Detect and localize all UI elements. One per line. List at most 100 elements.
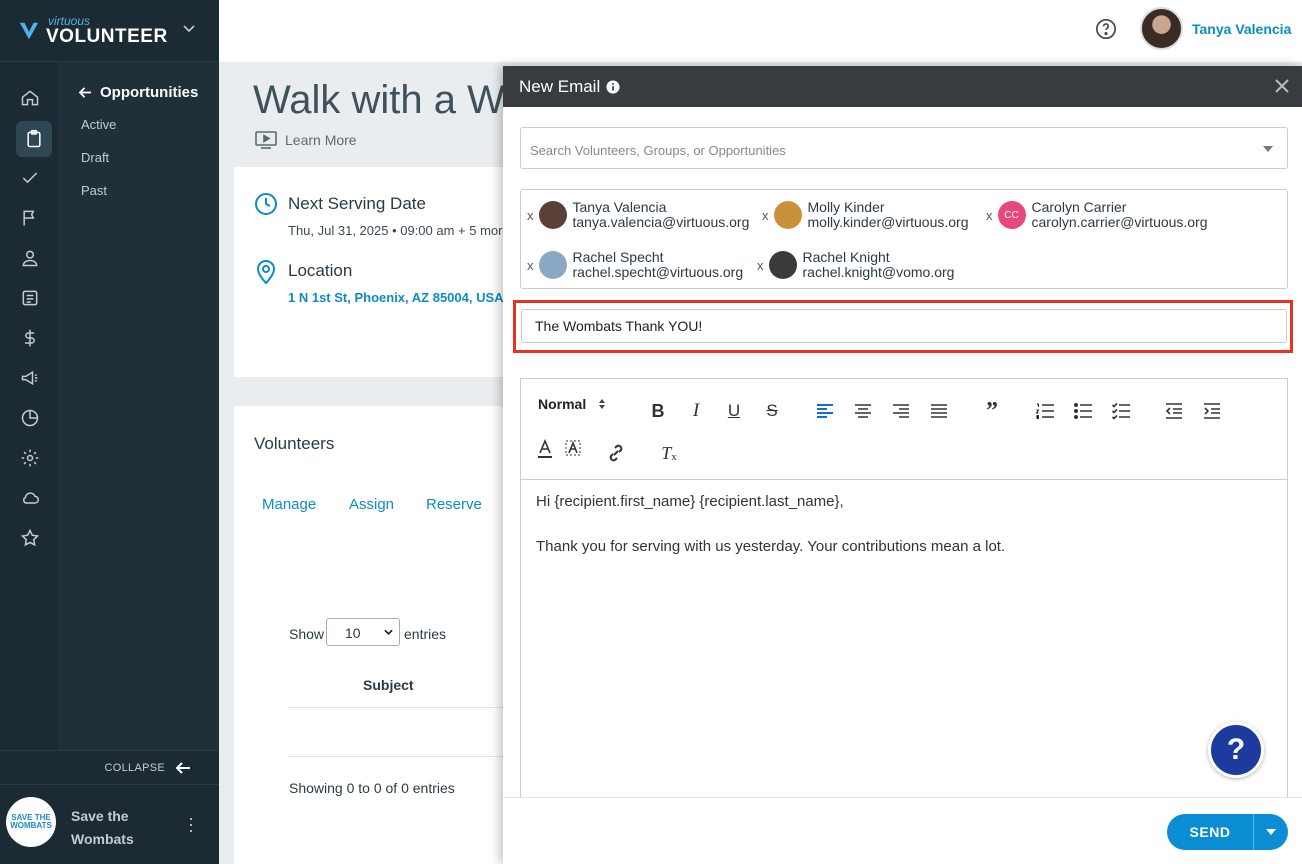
recipient-name: Tanya Valencia bbox=[572, 199, 667, 215]
italic-icon[interactable]: I bbox=[685, 400, 707, 422]
subject-column-header[interactable]: Subject bbox=[363, 677, 414, 693]
outdent-icon[interactable] bbox=[1163, 400, 1185, 422]
flag-icon[interactable] bbox=[18, 206, 42, 230]
pie-chart-icon[interactable] bbox=[18, 406, 42, 430]
sidebar-item-draft[interactable]: Draft bbox=[81, 150, 109, 165]
recipient-search-input[interactable]: Search Volunteers, Groups, or Opportunit… bbox=[520, 127, 1288, 169]
link-icon[interactable] bbox=[605, 442, 627, 464]
check-icon[interactable] bbox=[18, 166, 42, 190]
dollar-icon[interactable] bbox=[18, 326, 42, 350]
organization-switcher: SAVE THE WOMBATS Save the Wombats · · · bbox=[0, 784, 219, 864]
recipient-email: tanya.valencia@virtuous.org bbox=[572, 214, 750, 230]
remove-recipient-button[interactable]: x bbox=[527, 208, 534, 223]
text-color-icon[interactable] bbox=[534, 438, 556, 460]
recipient-name: Carolyn Carrier bbox=[1031, 199, 1127, 215]
recipient-chip: x CC Carolyn Carrier carolyn.carrier@vir… bbox=[986, 200, 1208, 230]
recipient-email: molly.kinder@virtuous.org bbox=[807, 214, 969, 230]
align-center-icon[interactable] bbox=[852, 400, 874, 422]
user-name[interactable]: Tanya Valencia bbox=[1192, 21, 1291, 37]
icon-rail bbox=[0, 0, 59, 864]
document-icon[interactable] bbox=[18, 286, 42, 310]
recipient-email: carolyn.carrier@virtuous.org bbox=[1031, 214, 1208, 230]
bullet-list-icon[interactable] bbox=[1072, 400, 1094, 422]
email-body-line-2[interactable]: Thank you for serving with us yesterday.… bbox=[536, 538, 1005, 555]
info-icon[interactable] bbox=[606, 79, 620, 94]
clipboard-icon[interactable] bbox=[16, 121, 52, 157]
close-icon[interactable] bbox=[1274, 78, 1290, 94]
strikethrough-icon[interactable]: S bbox=[761, 400, 783, 422]
learn-more-link[interactable]: Learn More bbox=[255, 131, 357, 149]
chevron-down-icon[interactable] bbox=[182, 22, 196, 36]
recipient-search-placeholder: Search Volunteers, Groups, or Opportunit… bbox=[530, 143, 786, 158]
bold-icon[interactable]: B bbox=[647, 400, 669, 422]
virtuous-v-icon bbox=[19, 22, 39, 39]
reserve-link[interactable]: Reserve bbox=[426, 496, 482, 513]
align-right-icon[interactable] bbox=[890, 400, 912, 422]
page-title: Walk with a Wombat bbox=[253, 78, 503, 122]
entries-label: entries bbox=[404, 626, 447, 642]
recipient-avatar bbox=[773, 201, 802, 229]
collapse-button[interactable]: COLLAPSE bbox=[0, 750, 219, 784]
email-body-line-1[interactable]: Hi {recipient.first_name} {recipient.las… bbox=[536, 493, 844, 510]
clear-format-icon[interactable]: Tx bbox=[658, 442, 680, 464]
recipient-avatar bbox=[768, 251, 797, 279]
org-logo[interactable]: SAVE THE WOMBATS bbox=[6, 797, 56, 847]
gear-icon[interactable] bbox=[18, 446, 42, 470]
arrow-left-icon bbox=[79, 87, 92, 98]
caret-down-icon[interactable] bbox=[1263, 146, 1273, 152]
recipient-avatar: CC bbox=[997, 201, 1026, 229]
home-icon[interactable] bbox=[18, 86, 42, 110]
sub-navigation: Opportunities Active Draft Past bbox=[59, 62, 219, 750]
recipient-avatar bbox=[538, 251, 567, 279]
indent-icon[interactable] bbox=[1201, 400, 1223, 422]
assign-link[interactable]: Assign bbox=[349, 496, 394, 513]
recipient-list: x Tanya Valencia tanya.valencia@virtuous… bbox=[520, 189, 1288, 289]
back-to-opportunities[interactable]: Opportunities bbox=[79, 84, 198, 101]
recipient-avatar bbox=[538, 201, 567, 229]
remove-recipient-button[interactable]: x bbox=[762, 208, 769, 223]
entries-select-value: 10 bbox=[345, 625, 361, 641]
location-link[interactable]: 1 N 1st St, Phoenix, AZ 85004, USA bbox=[288, 290, 503, 305]
blockquote-icon[interactable]: ” bbox=[981, 398, 1003, 424]
recipient-name: Rachel Knight bbox=[802, 249, 890, 265]
star-icon[interactable] bbox=[18, 526, 42, 550]
user-avatar[interactable] bbox=[1140, 7, 1183, 50]
sidebar-item-active[interactable]: Active bbox=[81, 117, 116, 132]
background-color-icon[interactable] bbox=[562, 438, 584, 460]
remove-recipient-button[interactable]: x bbox=[986, 208, 993, 223]
align-justify-icon[interactable] bbox=[928, 400, 950, 422]
entries-select[interactable]: 10 bbox=[326, 618, 400, 646]
next-serving-value: Thu, Jul 31, 2025 • 09:00 am + 5 more bbox=[288, 223, 503, 238]
underline-icon[interactable]: U bbox=[723, 400, 745, 422]
checklist-icon[interactable] bbox=[1110, 400, 1132, 422]
brand-logo[interactable]: virtuous VOLUNTEER bbox=[0, 0, 219, 62]
remove-recipient-button[interactable]: x bbox=[757, 258, 764, 273]
video-play-icon bbox=[255, 131, 277, 149]
align-left-icon[interactable] bbox=[814, 400, 836, 422]
sidebar-item-past[interactable]: Past bbox=[81, 183, 107, 198]
subject-input[interactable] bbox=[521, 309, 1287, 343]
format-select[interactable]: Normal bbox=[538, 396, 606, 412]
person-icon[interactable] bbox=[18, 246, 42, 270]
help-circle-icon[interactable] bbox=[1095, 18, 1117, 40]
send-dropdown-caret-icon[interactable] bbox=[1254, 829, 1288, 835]
email-editor: Normal B I U S ” Tx Hi {recipient.first_… bbox=[520, 378, 1288, 798]
back-label: Opportunities bbox=[100, 84, 199, 101]
cloud-icon[interactable] bbox=[18, 486, 42, 510]
ordered-list-icon[interactable] bbox=[1034, 400, 1056, 422]
kebab-menu-icon[interactable]: · · · bbox=[188, 809, 194, 839]
megaphone-icon[interactable] bbox=[18, 366, 42, 390]
remove-recipient-button[interactable]: x bbox=[527, 258, 534, 273]
table-divider bbox=[288, 756, 504, 757]
location-pin-icon bbox=[256, 260, 276, 285]
table-divider bbox=[288, 707, 504, 708]
help-button[interactable]: ? bbox=[1208, 722, 1264, 778]
recipient-email: rachel.specht@virtuous.org bbox=[572, 264, 744, 280]
manage-link[interactable]: Manage bbox=[262, 496, 316, 513]
arrow-left-icon bbox=[175, 761, 190, 774]
modal-header: New Email bbox=[503, 66, 1302, 107]
send-button[interactable]: SEND bbox=[1167, 814, 1288, 850]
format-select-value: Normal bbox=[538, 396, 587, 412]
collapse-label: COLLAPSE bbox=[104, 761, 165, 774]
next-serving-label: Next Serving Date bbox=[288, 194, 426, 213]
